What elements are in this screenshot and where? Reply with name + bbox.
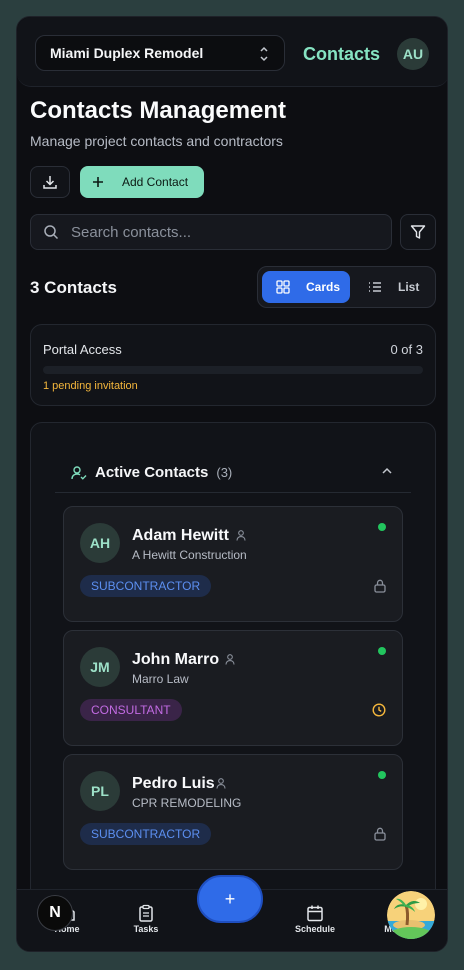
person-icon bbox=[236, 530, 246, 541]
contact-name: Pedro Luis bbox=[132, 775, 215, 792]
view-list-button[interactable]: List bbox=[368, 271, 432, 303]
active-contacts-header[interactable]: Active Contacts (3) bbox=[55, 453, 411, 493]
portal-access-card: Portal Access 0 of 3 1 pending invitatio… bbox=[30, 324, 436, 406]
search-bar bbox=[30, 214, 392, 250]
beach-avatar-icon[interactable] bbox=[387, 891, 435, 939]
nav-tasks-label: Tasks bbox=[133, 924, 159, 934]
contact-avatar: AH bbox=[80, 523, 120, 563]
download-icon bbox=[43, 176, 57, 189]
online-status-dot bbox=[378, 523, 386, 531]
portal-access-label: Portal Access bbox=[43, 342, 122, 357]
filter-button[interactable] bbox=[400, 214, 436, 250]
active-contacts-count: (3) bbox=[216, 465, 233, 480]
user-check-icon bbox=[71, 465, 87, 480]
n-logo-badge[interactable]: N bbox=[37, 895, 73, 931]
view-cards-button[interactable]: Cards bbox=[262, 271, 350, 303]
active-contacts-section: Active Contacts (3) AH Adam Hewitt A Hew… bbox=[30, 422, 436, 942]
portal-access-value: 0 of 3 bbox=[390, 342, 423, 357]
role-badge: CONSULTANT bbox=[80, 699, 182, 721]
view-toggle: Cards List bbox=[257, 266, 436, 308]
contact-card[interactable]: PL Pedro Luis CPR REMODELING SUBCONTRACT… bbox=[63, 754, 403, 870]
header-title: Contacts bbox=[303, 44, 381, 64]
app-frame: Miami Duplex Remodel Contacts AU Contact… bbox=[16, 16, 448, 952]
filter-icon bbox=[410, 225, 426, 239]
search-input[interactable] bbox=[71, 223, 371, 241]
search-icon bbox=[44, 225, 59, 240]
page-subtitle: Manage project contacts and contractors bbox=[30, 133, 283, 149]
contact-name: John Marro bbox=[132, 651, 220, 668]
page-title: Contacts Management bbox=[30, 97, 287, 124]
clipboard-icon bbox=[139, 904, 153, 922]
contact-name: Adam Hewitt bbox=[132, 527, 229, 544]
list-icon bbox=[369, 282, 381, 292]
project-select-label: Miami Duplex Remodel bbox=[50, 45, 204, 61]
clock-icon bbox=[372, 703, 386, 717]
view-list-label: List bbox=[398, 280, 420, 294]
online-status-dot bbox=[378, 771, 386, 779]
add-contact-label: Add Contact bbox=[122, 175, 189, 189]
chevron-up-icon[interactable] bbox=[381, 465, 393, 477]
person-icon bbox=[225, 654, 235, 665]
add-contact-button[interactable]: Add Contact bbox=[80, 166, 204, 198]
user-avatar[interactable]: AU bbox=[397, 38, 429, 70]
grid-icon bbox=[276, 280, 290, 294]
contact-card[interactable]: JM John Marro Marro Law CONSULTANT bbox=[63, 630, 403, 746]
view-cards-label: Cards bbox=[306, 280, 341, 294]
palm-island-icon bbox=[387, 891, 435, 939]
fab-add-button[interactable]: + bbox=[197, 875, 263, 923]
contact-company: CPR REMODELING bbox=[132, 796, 242, 810]
contact-avatar: JM bbox=[80, 647, 120, 687]
nav-schedule-label: Schedule bbox=[294, 924, 335, 934]
lock-icon bbox=[374, 827, 386, 841]
online-status-dot bbox=[378, 647, 386, 655]
calendar-icon bbox=[307, 905, 323, 922]
contact-avatar: PL bbox=[80, 771, 120, 811]
active-contacts-title: Active Contacts bbox=[95, 464, 209, 481]
chevron-updown-icon bbox=[260, 46, 268, 62]
lock-icon bbox=[374, 579, 386, 593]
portal-progress-bar bbox=[43, 366, 423, 374]
nav-tasks[interactable]: Tasks bbox=[116, 904, 176, 934]
contact-card[interactable]: AH Adam Hewitt A Hewitt Construction SUB… bbox=[63, 506, 403, 622]
nav-schedule[interactable]: Schedule bbox=[285, 904, 345, 934]
contacts-count: 3 Contacts bbox=[30, 278, 117, 297]
plus-icon bbox=[93, 177, 103, 187]
role-badge: SUBCONTRACTOR bbox=[80, 823, 212, 845]
role-badge: SUBCONTRACTOR bbox=[80, 575, 212, 597]
contact-company: A Hewitt Construction bbox=[132, 548, 247, 562]
top-header: Miami Duplex Remodel Contacts AU bbox=[17, 17, 447, 87]
download-button[interactable] bbox=[30, 166, 70, 198]
project-select[interactable]: Miami Duplex Remodel bbox=[35, 35, 285, 71]
person-icon bbox=[216, 778, 226, 789]
contact-company: Marro Law bbox=[132, 672, 189, 686]
pending-invitation-text: 1 pending invitation bbox=[43, 380, 138, 392]
